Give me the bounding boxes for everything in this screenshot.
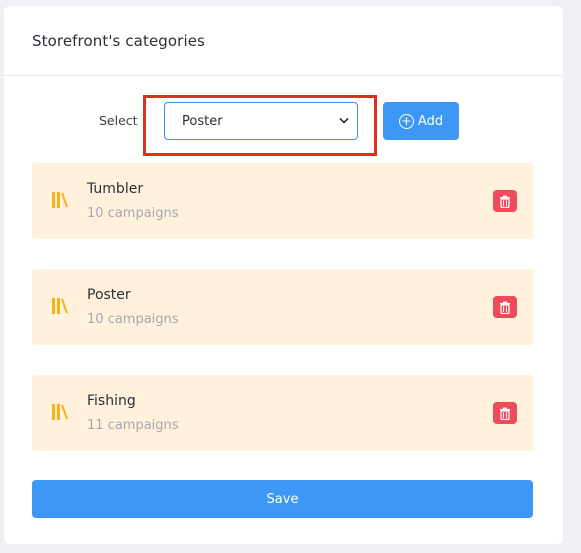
- books-icon: [51, 297, 69, 319]
- books-icon: [51, 191, 69, 213]
- plus-circle-icon: +: [398, 113, 414, 129]
- category-name: Poster: [87, 287, 131, 303]
- delete-button[interactable]: [493, 190, 517, 212]
- chevron-down-icon: [339, 116, 349, 127]
- add-button[interactable]: + Add: [383, 102, 459, 140]
- save-button[interactable]: Save: [32, 480, 533, 518]
- category-select-row: Select Poster + Add: [4, 95, 563, 156]
- category-list: Tumbler 10 campaigns Poster 10 campaigns…: [32, 163, 533, 481]
- category-count: 10 campaigns: [87, 206, 179, 221]
- save-button-label: Save: [266, 491, 299, 507]
- list-item: Poster 10 campaigns: [32, 269, 533, 345]
- add-button-label: Add: [417, 113, 444, 129]
- list-item: Tumbler 10 campaigns: [32, 163, 533, 239]
- category-name: Fishing: [87, 393, 136, 409]
- card-header: Storefront's categories: [4, 6, 563, 76]
- category-select-value: Poster: [182, 113, 223, 129]
- trash-icon: [500, 195, 510, 208]
- list-item: Fishing 11 campaigns: [32, 375, 533, 451]
- category-select[interactable]: Poster: [164, 102, 358, 140]
- delete-button[interactable]: [493, 402, 517, 424]
- trash-icon: [500, 407, 510, 420]
- category-count: 10 campaigns: [87, 312, 179, 327]
- select-label: Select: [99, 113, 138, 128]
- books-icon: [51, 403, 69, 425]
- category-name: Tumbler: [87, 181, 144, 197]
- categories-card: Storefront's categories Select Poster + …: [4, 6, 563, 544]
- page-title: Storefront's categories: [32, 31, 205, 50]
- category-count: 11 campaigns: [87, 418, 179, 433]
- trash-icon: [500, 301, 510, 314]
- delete-button[interactable]: [493, 296, 517, 318]
